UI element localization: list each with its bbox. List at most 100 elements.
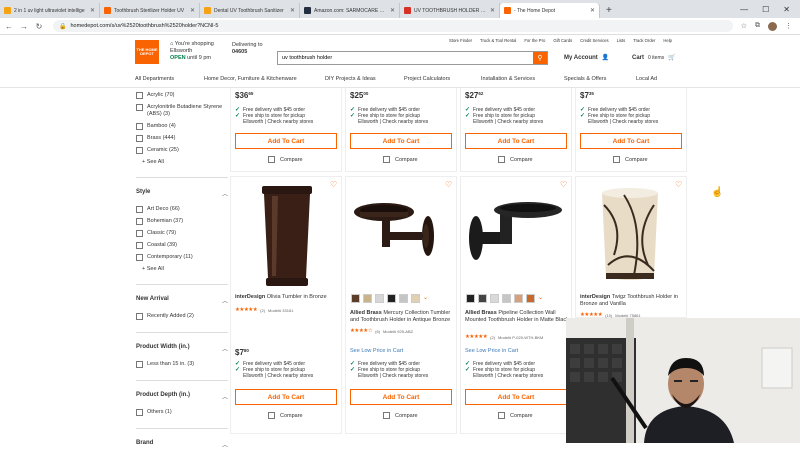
swatch[interactable]: [490, 294, 499, 303]
check-nearby-stores-link[interactable]: Ellsworth | Check nearby stores: [473, 373, 543, 379]
checkbox[interactable]: [383, 156, 390, 163]
checkbox[interactable]: [136, 135, 143, 142]
top-link[interactable]: Gift Cards: [553, 38, 572, 43]
browser-tab[interactable]: UV TOOTHBRUSH HOLDER | Cor ✕: [400, 3, 500, 18]
chevron-down-icon[interactable]: ⌄: [538, 294, 543, 303]
filter-option[interactable]: Bohemian (37): [136, 218, 228, 225]
see-all-link[interactable]: + See All: [142, 159, 228, 165]
filter-option[interactable]: Others (1): [136, 409, 228, 416]
swatch[interactable]: [514, 294, 523, 303]
nav-item[interactable]: Specials & Offers: [564, 76, 606, 82]
nav-item[interactable]: Home Decor, Furniture & Kitchenware: [204, 76, 297, 82]
profile-avatar[interactable]: [768, 21, 777, 31]
favorite-heart-icon[interactable]: ♡: [560, 180, 567, 189]
filter-option[interactable]: Contemporary (11): [136, 254, 228, 261]
checkbox[interactable]: [136, 230, 143, 237]
product-image-tumbler[interactable]: [252, 186, 322, 288]
store-selector[interactable]: ⌂ You're shopping Ellsworth OPEN until 9…: [170, 41, 214, 62]
favorite-heart-icon[interactable]: ♡: [675, 180, 682, 189]
check-nearby-stores-link[interactable]: Ellsworth | Check nearby stores: [243, 373, 313, 379]
filter-option[interactable]: Bamboo (4): [136, 123, 228, 130]
top-link[interactable]: Lists: [617, 38, 626, 43]
filter-section-depth[interactable]: Product Depth (in.) ︿: [136, 380, 228, 401]
close-window-icon[interactable]: ✕: [783, 5, 790, 14]
browser-tab[interactable]: 2 in 1 uv light ultraviolet intellige ✕: [0, 3, 100, 18]
back-icon[interactable]: ←: [3, 22, 15, 31]
minimize-icon[interactable]: —: [740, 5, 748, 14]
search-input[interactable]: [278, 52, 533, 64]
top-link[interactable]: Help: [663, 38, 672, 43]
filter-section-width[interactable]: Product Width (in.) ︿: [136, 332, 228, 353]
close-tab-icon[interactable]: ✕: [590, 7, 595, 14]
browser-tab[interactable]: Toothbrush Sterilizer Holder UV ✕: [100, 3, 200, 18]
checkbox[interactable]: [383, 412, 390, 419]
browser-tab[interactable]: Amazon.com: SARMOCARE Tooth ✕: [300, 3, 400, 18]
swatch[interactable]: [375, 294, 384, 303]
checkbox[interactable]: [136, 218, 143, 225]
checkbox[interactable]: [136, 147, 143, 154]
filter-option[interactable]: Acrylonitrile Butadiene Styrene (ABS) (3…: [136, 104, 228, 118]
close-tab-icon[interactable]: ✕: [390, 7, 395, 14]
check-nearby-stores-link[interactable]: Ellsworth | Check nearby stores: [243, 119, 313, 125]
filter-option[interactable]: Brass (444): [136, 135, 228, 142]
my-account-button[interactable]: My Account 👤: [564, 54, 609, 62]
star-icon[interactable]: ☆: [741, 22, 747, 30]
top-link[interactable]: Track Order: [633, 38, 655, 43]
product-title[interactable]: interDesign Olivia Tumbler in Bronze: [235, 294, 339, 301]
product-title[interactable]: Allied Brass Mercury Collection Tumbler …: [350, 310, 456, 323]
compare-checkbox[interactable]: Compare: [498, 412, 533, 419]
swatch[interactable]: [502, 294, 511, 303]
checkbox[interactable]: [136, 409, 143, 416]
compare-checkbox[interactable]: Compare: [383, 412, 418, 419]
product-title[interactable]: interDesign Twigz Toothbrush Holder in B…: [580, 294, 686, 307]
close-tab-icon[interactable]: ✕: [90, 7, 95, 14]
swatch[interactable]: [478, 294, 487, 303]
url-field[interactable]: 🔒 homedepot.com/s/uv%2520toothbrush%2520…: [53, 20, 733, 32]
new-tab-button[interactable]: +: [600, 3, 618, 18]
product-image-twigz-holder[interactable]: [594, 185, 666, 285]
top-link[interactable]: Store Finder: [449, 38, 472, 43]
checkbox[interactable]: [613, 156, 620, 163]
extensions-icon[interactable]: ⧉: [755, 22, 760, 30]
product-image-mercury-holder[interactable]: [346, 198, 456, 283]
close-tab-icon[interactable]: ✕: [290, 7, 295, 14]
checkbox[interactable]: [136, 361, 143, 368]
reload-icon[interactable]: ↻: [33, 22, 45, 31]
filter-option[interactable]: Acrylic (70): [136, 92, 228, 99]
check-nearby-stores-link[interactable]: Ellsworth | Check nearby stores: [358, 119, 428, 125]
checkbox[interactable]: [136, 254, 143, 261]
add-to-cart-button[interactable]: Add To Cart: [235, 133, 337, 149]
see-all-link[interactable]: + See All: [142, 266, 228, 272]
compare-checkbox[interactable]: Compare: [268, 156, 303, 163]
compare-checkbox[interactable]: Compare: [383, 156, 418, 163]
filter-option[interactable]: Less than 15 in. (3): [136, 361, 228, 368]
add-to-cart-button[interactable]: Add To Cart: [350, 133, 452, 149]
compare-checkbox[interactable]: Compare: [498, 156, 533, 163]
top-link[interactable]: For the Pro: [524, 38, 545, 43]
nav-item[interactable]: Local Ad: [636, 76, 657, 82]
maximize-icon[interactable]: ☐: [762, 5, 769, 14]
filter-option[interactable]: Coastal (39): [136, 242, 228, 249]
favorite-heart-icon[interactable]: ♡: [445, 180, 452, 189]
add-to-cart-button[interactable]: Add To Cart: [580, 133, 682, 149]
swatch[interactable]: [399, 294, 408, 303]
nav-item[interactable]: Installation & Services: [481, 76, 535, 82]
close-tab-icon[interactable]: ✕: [490, 7, 495, 14]
checkbox[interactable]: [498, 412, 505, 419]
checkbox[interactable]: [136, 104, 143, 111]
swatch[interactable]: [411, 294, 420, 303]
nav-item[interactable]: Project Calculators: [404, 76, 450, 82]
swatch[interactable]: [526, 294, 535, 303]
checkbox[interactable]: [498, 156, 505, 163]
check-nearby-stores-link[interactable]: Ellsworth | Check nearby stores: [588, 119, 658, 125]
delivery-zip[interactable]: Delivering to 04605: [232, 42, 263, 56]
add-to-cart-button[interactable]: Add To Cart: [235, 389, 337, 405]
browser-tab-active[interactable]: - The Home Depot ✕: [500, 3, 600, 18]
compare-checkbox[interactable]: Compare: [613, 156, 648, 163]
checkbox[interactable]: [268, 412, 275, 419]
favorite-heart-icon[interactable]: ♡: [330, 180, 337, 189]
close-tab-icon[interactable]: ✕: [190, 7, 195, 14]
product-image-pipeline-holder[interactable]: [462, 198, 570, 283]
menu-icon[interactable]: ⋮: [785, 22, 792, 30]
add-to-cart-button[interactable]: Add To Cart: [465, 389, 567, 405]
